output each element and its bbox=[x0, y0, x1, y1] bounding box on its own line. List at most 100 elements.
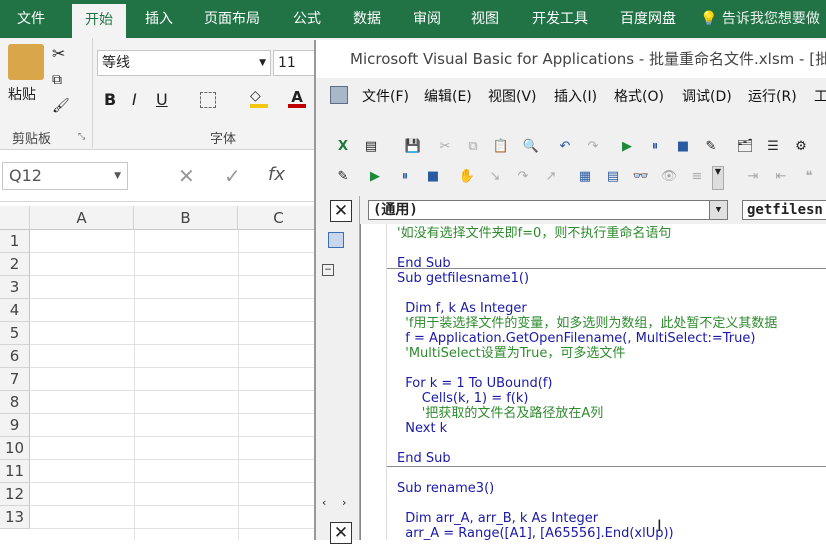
select-all-corner[interactable] bbox=[0, 206, 30, 230]
menu-run[interactable]: 运行(R) bbox=[748, 86, 797, 106]
cut-icon[interactable]: ✂ bbox=[52, 44, 65, 63]
indent-icon[interactable]: ⇥ bbox=[744, 168, 762, 186]
code-line: For k = 1 To UBound(f) bbox=[397, 376, 553, 391]
undo-icon[interactable]: ↶ bbox=[556, 138, 574, 156]
paste-label[interactable]: 粘贴 bbox=[8, 84, 36, 104]
step-over-icon[interactable]: ↷ bbox=[514, 168, 532, 186]
save-icon[interactable]: 💾 bbox=[404, 138, 422, 156]
comment-block-icon[interactable]: ❝ bbox=[800, 168, 818, 186]
tab-formulas[interactable]: 公式 bbox=[280, 0, 334, 38]
collapse-node-icon[interactable]: − bbox=[322, 264, 334, 276]
outdent-icon[interactable]: ⇤ bbox=[772, 168, 790, 186]
project-explorer-icon[interactable]: 🗂 bbox=[736, 138, 754, 156]
procedure-combo[interactable]: getfilesn bbox=[742, 200, 826, 220]
italic-button[interactable]: I bbox=[132, 90, 137, 109]
stop-icon[interactable]: ■ bbox=[674, 138, 692, 156]
quick-watch-icon[interactable]: 👁 bbox=[660, 168, 678, 186]
scroll-left-icon[interactable]: ‹ bbox=[322, 496, 326, 509]
object-combo[interactable]: (通用) ▼ bbox=[368, 200, 728, 220]
code-pane[interactable]: '如没有选择文件夹即f=0，则不执行重命名语句 End Sub Sub getfil… bbox=[360, 224, 826, 541]
row-header[interactable]: 13 bbox=[0, 506, 30, 529]
design-mode-icon[interactable]: ✎ bbox=[702, 138, 720, 156]
menu-debug[interactable]: 调试(D) bbox=[682, 86, 732, 106]
tab-page-layout[interactable]: 页面布局 bbox=[192, 0, 272, 38]
object-browser-icon[interactable]: ⚙ bbox=[792, 138, 810, 156]
font-name-value: 等线 bbox=[102, 55, 130, 71]
run-icon[interactable]: ▶ bbox=[618, 138, 636, 156]
underline-button[interactable]: U bbox=[156, 90, 168, 109]
font-size-select[interactable]: 11 bbox=[273, 50, 317, 76]
row-header[interactable]: 1 bbox=[0, 230, 30, 253]
step-out-icon[interactable]: ↗ bbox=[542, 168, 560, 186]
row-header[interactable]: 11 bbox=[0, 460, 30, 483]
row-header[interactable]: 5 bbox=[0, 322, 30, 345]
cancel-icon[interactable]: ✕ bbox=[178, 164, 195, 188]
row-header[interactable]: 2 bbox=[0, 253, 30, 276]
tab-review[interactable]: 审阅 bbox=[400, 0, 454, 38]
row-header[interactable]: 9 bbox=[0, 414, 30, 437]
menu-tools[interactable]: 工 bbox=[814, 86, 826, 106]
grid-line bbox=[30, 344, 320, 345]
grid-line bbox=[30, 275, 320, 276]
column-header-a[interactable]: A bbox=[30, 206, 134, 230]
dialog-launcher-icon[interactable]: ⤡ bbox=[78, 132, 85, 142]
watch-window-icon[interactable]: 👓 bbox=[632, 168, 650, 186]
tab-home[interactable]: 开始 bbox=[72, 4, 126, 38]
close-icon[interactable]: ✕ bbox=[330, 522, 352, 544]
menu-insert[interactable]: 插入(I) bbox=[554, 86, 597, 106]
immediate-window-icon[interactable]: ▤ bbox=[604, 168, 622, 186]
menu-view[interactable]: 视图(V) bbox=[488, 86, 537, 106]
find-icon[interactable]: 🔍 bbox=[522, 138, 540, 156]
stop-icon[interactable]: ■ bbox=[424, 168, 442, 186]
paste-icon[interactable] bbox=[8, 44, 44, 80]
pause-icon[interactable]: ⏸ bbox=[646, 138, 664, 156]
row-header[interactable]: 4 bbox=[0, 299, 30, 322]
call-stack-icon[interactable]: ≡ bbox=[688, 168, 706, 186]
toolbar-overflow-button[interactable]: ▼ bbox=[712, 166, 724, 190]
insert-module-icon[interactable]: ▤ bbox=[362, 138, 380, 156]
close-icon[interactable]: ✕ bbox=[330, 200, 352, 222]
view-object-icon[interactable] bbox=[328, 232, 344, 248]
design-icon[interactable]: ✎ bbox=[334, 168, 352, 186]
border-icon[interactable] bbox=[200, 92, 216, 108]
name-box[interactable]: Q12 ▼ bbox=[2, 162, 128, 190]
column-header-c[interactable]: C bbox=[238, 206, 320, 230]
row-header[interactable]: 3 bbox=[0, 276, 30, 299]
step-into-icon[interactable]: ↘ bbox=[486, 168, 504, 186]
format-painter-icon[interactable]: 🖌 bbox=[52, 98, 70, 114]
redo-icon[interactable]: ↷ bbox=[584, 138, 602, 156]
excel-icon[interactable]: X bbox=[334, 138, 352, 156]
menu-file[interactable]: 文件(F) bbox=[362, 86, 409, 106]
menu-edit[interactable]: 编辑(E) bbox=[424, 86, 472, 106]
toggle-breakpoint-icon[interactable]: ✋ bbox=[458, 168, 476, 186]
properties-icon[interactable]: ☰ bbox=[764, 138, 782, 156]
tab-insert[interactable]: 插入 bbox=[132, 0, 186, 38]
row-header[interactable]: 10 bbox=[0, 437, 30, 460]
row-header[interactable]: 6 bbox=[0, 345, 30, 368]
scroll-right-icon[interactable]: › bbox=[342, 496, 346, 509]
tab-baidu[interactable]: 百度网盘 bbox=[608, 0, 688, 38]
tell-me-box[interactable]: 💡 告诉我您想要做 bbox=[700, 0, 820, 38]
locals-window-icon[interactable]: ▦ bbox=[576, 168, 594, 186]
tab-file[interactable]: 文件 bbox=[0, 0, 62, 38]
tab-developer[interactable]: 开发工具 bbox=[520, 0, 600, 38]
enter-icon[interactable]: ✓ bbox=[224, 164, 241, 188]
tab-view[interactable]: 视图 bbox=[458, 0, 512, 38]
column-header-b[interactable]: B bbox=[134, 206, 238, 230]
copy-icon[interactable]: ⧉ bbox=[52, 72, 62, 88]
font-name-select[interactable]: 等线 ▼ bbox=[97, 50, 271, 76]
row-header[interactable]: 8 bbox=[0, 391, 30, 414]
pause-icon[interactable]: ⏸ bbox=[396, 168, 414, 186]
fill-color-icon[interactable]: ◇ bbox=[250, 88, 268, 108]
row-header[interactable]: 12 bbox=[0, 483, 30, 506]
tab-data[interactable]: 数据 bbox=[340, 0, 394, 38]
font-color-icon[interactable]: A bbox=[288, 88, 306, 108]
run-icon[interactable]: ▶ bbox=[366, 168, 384, 186]
menu-format[interactable]: 格式(O) bbox=[614, 86, 664, 106]
bold-button[interactable]: B bbox=[104, 90, 116, 109]
row-header[interactable]: 7 bbox=[0, 368, 30, 391]
cut-icon[interactable]: ✂ bbox=[436, 138, 454, 156]
insert-function-button[interactable]: fx bbox=[268, 164, 285, 185]
paste-icon[interactable]: 📋 bbox=[492, 138, 510, 156]
copy-icon[interactable]: ⧉ bbox=[464, 138, 482, 156]
